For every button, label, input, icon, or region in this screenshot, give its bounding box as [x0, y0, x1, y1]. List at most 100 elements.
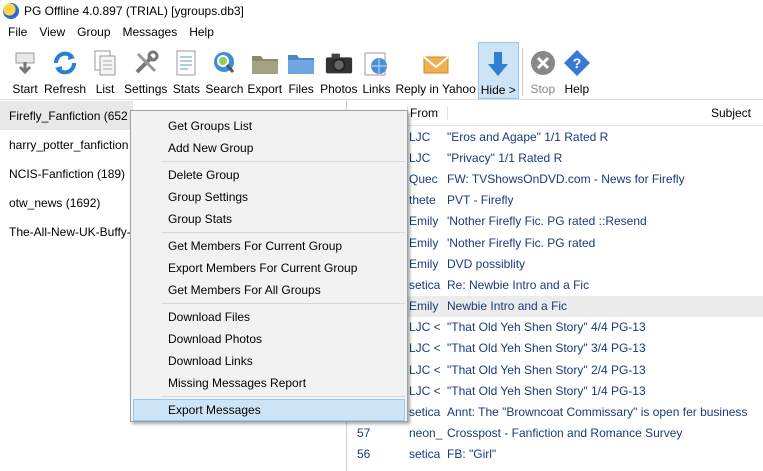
window-title: PG Offline 4.0.897 (TRIAL) [ygroups.db3] [24, 4, 244, 18]
message-from: Emily [409, 256, 439, 271]
message-subject: FW: TVShowsOnDVD.com - News for Firefly [447, 171, 685, 186]
search-icon [209, 48, 239, 78]
reply-in-yahoo-button[interactable]: Reply in Yahoo [393, 42, 477, 99]
message-row[interactable]: 57 neon_ Crosspost - Fanfiction and Romanc… [347, 423, 763, 444]
menu-item-get-members-current-group[interactable]: Get Members For Current Group [131, 235, 407, 257]
column-header-subject[interactable]: Subject [447, 106, 763, 120]
menu-bar: File View Group Messages Help [0, 22, 763, 42]
message-list: From Subject LJC "Eros and Agape" 1/1 Rat… [346, 101, 763, 471]
arrow-down-icon [483, 49, 513, 79]
message-row[interactable]: Emily 'Nother Firefly Fic. PG rated [347, 232, 763, 253]
message-from: LJC < [409, 341, 441, 356]
menu-item-download-links[interactable]: Download Links [131, 350, 407, 372]
menu-item-export-members-current-group[interactable]: Export Members For Current Group [131, 257, 407, 279]
menu-group[interactable]: Group [71, 25, 116, 39]
menu-view[interactable]: View [33, 25, 71, 39]
menu-separator [161, 161, 405, 162]
stop-button[interactable]: Stop [526, 42, 560, 99]
message-subject: Annt: The "Browncoat Commissary" is open… [447, 405, 748, 420]
message-row[interactable]: setica Re: Newbie Intro and a Fic [347, 274, 763, 295]
column-header-from[interactable]: From [407, 106, 447, 120]
menu-item-delete-group[interactable]: Delete Group [131, 164, 407, 186]
message-from: Emily [409, 214, 439, 229]
message-row[interactable]: thete PVT - Firefly [347, 190, 763, 211]
menu-help[interactable]: Help [183, 25, 220, 39]
globe-icon [361, 48, 391, 78]
message-row[interactable]: LJC < "That Old Yeh Shen Story" 4/4 PG-13 [347, 317, 763, 338]
search-button[interactable]: Search [203, 42, 245, 99]
group-item[interactable]: otw_news (1692) [0, 188, 133, 217]
message-subject: FB: "Girl" [447, 447, 497, 462]
message-from: thete [409, 193, 436, 208]
group-item[interactable]: harry_potter_fanfiction [0, 130, 133, 159]
menu-item-add-new-group[interactable]: Add New Group [131, 137, 407, 159]
message-row[interactable]: LJC < "That Old Yeh Shen Story" 3/4 PG-13 [347, 338, 763, 359]
group-context-menu: Get Groups List Add New Group Delete Gro… [130, 110, 408, 422]
help-button[interactable]: ? Help [560, 42, 594, 99]
start-button[interactable]: Start [8, 42, 42, 99]
message-from: LJC [409, 150, 431, 165]
message-row[interactable]: Emily Newbie Intro and a Fic [347, 295, 763, 317]
toolbar: Start Refresh List Settings Stats Search [0, 42, 763, 100]
message-subject: Newbie Intro and a Fic [447, 299, 568, 314]
message-row[interactable]: Quec FW: TVShowsOnDVD.com - News for Fire… [347, 168, 763, 189]
menu-item-group-settings[interactable]: Group Settings [131, 186, 407, 208]
message-from: LJC < [409, 362, 441, 377]
message-from: setica [409, 277, 441, 292]
message-row[interactable]: LJC "Privacy" 1/1 Rated R [347, 147, 763, 168]
settings-button[interactable]: Settings [122, 42, 169, 99]
menu-file[interactable]: File [2, 25, 33, 39]
group-item[interactable]: The-All-New-UK-Buffy- [0, 217, 133, 246]
files-button[interactable]: Files [284, 42, 318, 99]
refresh-icon [50, 48, 80, 78]
message-row[interactable]: Emily 'Nother Firefly Fic. PG rated ::Res… [347, 211, 763, 232]
export-icon [250, 48, 280, 78]
message-row[interactable]: 55LJC <"Girl" (1/1, PG) [347, 465, 763, 471]
message-subject: DVD possiblity [447, 256, 526, 271]
help-icon: ? [562, 48, 592, 78]
message-number: 56 [357, 447, 371, 462]
menu-separator [161, 396, 405, 397]
settings-icon [131, 48, 161, 78]
links-button[interactable]: Links [359, 42, 393, 99]
group-item[interactable]: NCIS-Fanfiction (189) [0, 159, 133, 188]
stats-button[interactable]: Stats [169, 42, 203, 99]
hide-button[interactable]: Hide > [477, 42, 519, 99]
message-from: Emily [409, 235, 439, 250]
message-subject: 'Nother Firefly Fic. PG rated [447, 235, 596, 250]
message-row[interactable]: 56 setica FB: "Girl" [347, 444, 763, 465]
camera-icon [324, 48, 354, 78]
menu-separator [161, 303, 405, 304]
files-icon [286, 48, 316, 78]
menu-item-get-groups-list[interactable]: Get Groups List [131, 115, 407, 137]
message-from: setica [409, 405, 441, 420]
group-item[interactable]: Firefly_Fanfiction (652 [0, 101, 133, 130]
message-row[interactable]: setica Annt: The "Browncoat Commissary" i… [347, 401, 763, 422]
message-row[interactable]: LJC < "That Old Yeh Shen Story" 2/4 PG-13 [347, 359, 763, 380]
message-subject: "Eros and Agape" 1/1 Rated R [447, 129, 609, 144]
menu-messages[interactable]: Messages [117, 25, 184, 39]
message-row[interactable]: LJC "Eros and Agape" 1/1 Rated R [347, 126, 763, 147]
menu-item-get-members-all-groups[interactable]: Get Members For All Groups [131, 279, 407, 301]
message-from: LJC < [409, 383, 441, 398]
message-from: Emily [409, 299, 439, 314]
photos-button[interactable]: Photos [318, 42, 359, 99]
menu-item-download-photos[interactable]: Download Photos [131, 328, 407, 350]
start-icon [10, 48, 40, 78]
group-list: Firefly_Fanfiction (652 harry_potter_fan… [0, 101, 133, 471]
message-from: Quec [409, 171, 438, 186]
menu-item-export-messages[interactable]: Export Messages [133, 399, 405, 421]
message-number: 57 [357, 426, 371, 441]
message-subject: PVT - Firefly [447, 193, 514, 208]
message-row[interactable]: LJC < "That Old Yeh Shen Story" 1/4 PG-13 [347, 380, 763, 401]
list-button[interactable]: List [88, 42, 122, 99]
message-subject: 'Nother Firefly Fic. PG rated ::Resend [447, 214, 647, 229]
message-row[interactable]: Emily DVD possiblity [347, 253, 763, 274]
menu-item-download-files[interactable]: Download Files [131, 306, 407, 328]
refresh-button[interactable]: Refresh [42, 42, 88, 99]
menu-separator [161, 232, 405, 233]
menu-item-missing-messages-report[interactable]: Missing Messages Report [131, 372, 407, 394]
menu-item-group-stats[interactable]: Group Stats [131, 208, 407, 230]
svg-text:?: ? [573, 55, 582, 71]
export-button[interactable]: Export [245, 42, 284, 99]
